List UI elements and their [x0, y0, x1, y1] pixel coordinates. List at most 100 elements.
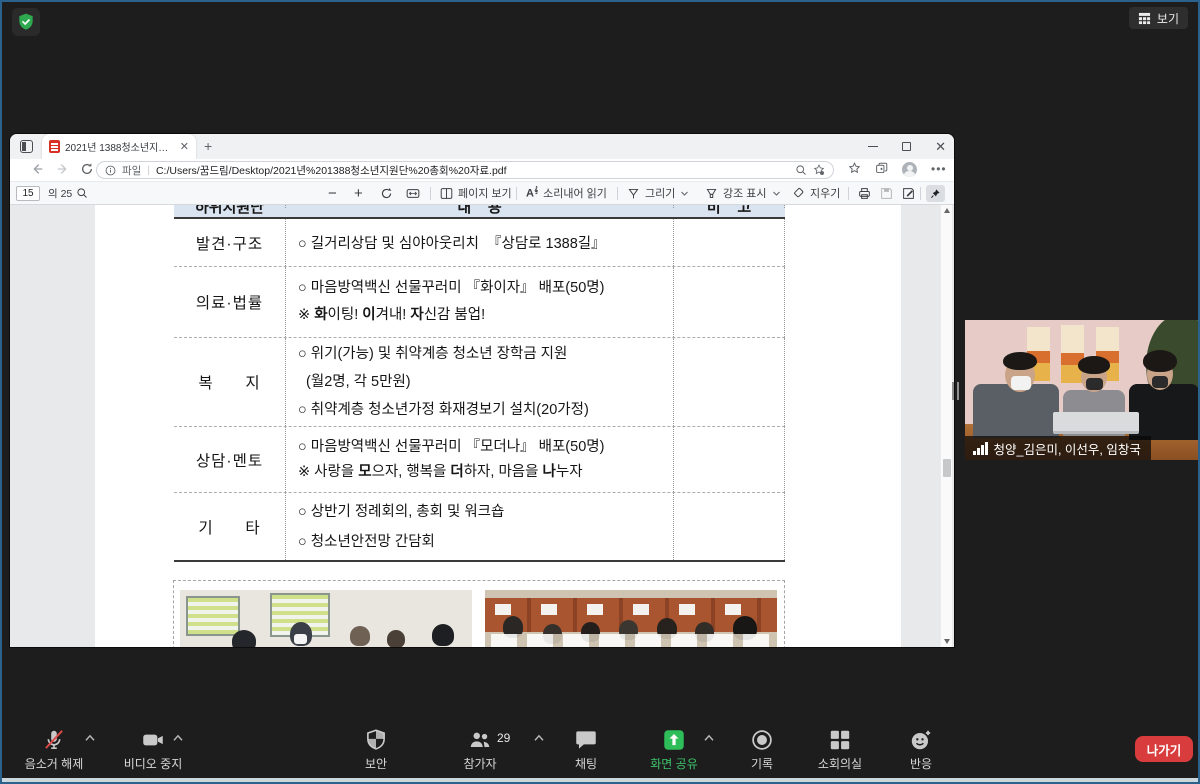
- save-as-button[interactable]: [902, 182, 915, 204]
- table-row: 기 타 ○ 상반기 정례회의, 총회 및 워크숍 ○ 청소년안전망 간담회: [174, 493, 785, 562]
- row-note: [674, 267, 785, 337]
- stop-video-label: 비디오 중지: [108, 755, 198, 772]
- page-view-label: 페이지 보기: [458, 185, 512, 201]
- forward-icon[interactable]: [56, 162, 70, 176]
- refresh-icon[interactable]: [80, 162, 94, 176]
- row-note: [674, 338, 785, 426]
- header-col-note: 비 고: [674, 205, 785, 208]
- more-menu-icon[interactable]: •••: [931, 162, 947, 177]
- info-icon[interactable]: [105, 165, 116, 176]
- rotate-button[interactable]: [380, 182, 393, 204]
- chevron-up-icon[interactable]: [173, 734, 184, 742]
- minimize-icon[interactable]: [868, 146, 878, 147]
- address-scheme-label: 파일: [122, 163, 141, 178]
- table-row: 발견·구조 ○ 길거리상담 및 심야아웃리치 『상담로 1388길』: [174, 219, 785, 267]
- scroll-up-icon[interactable]: [944, 208, 950, 213]
- tab-close-icon[interactable]: ✕: [180, 140, 189, 153]
- row-category: 기 타: [174, 493, 285, 560]
- close-icon[interactable]: ✕: [935, 140, 946, 153]
- chat-button[interactable]: 채팅: [541, 727, 631, 772]
- chevron-down-icon: [772, 189, 781, 198]
- face-mask: [1152, 376, 1168, 388]
- participants-icon: [467, 727, 493, 753]
- person: [1129, 384, 1199, 440]
- reactions-button[interactable]: 반응: [876, 727, 966, 772]
- zoom-meeting-window: 보기 2021년 1388청소년지원단 총회 ✕ + ✕: [0, 0, 1200, 784]
- favorites-gear-icon[interactable]: [813, 164, 825, 176]
- highlight-button[interactable]: 강조 표시: [705, 182, 781, 204]
- maximize-icon[interactable]: [902, 142, 911, 151]
- draw-button[interactable]: 그리기: [627, 182, 689, 204]
- record-button[interactable]: 기록: [717, 727, 807, 772]
- table-row: 상담·멘토 ○ 마음방역백신 선물꾸러미 『모더나』 배포(50명) ※ 사랑을…: [174, 427, 785, 493]
- fit-width-button[interactable]: [406, 182, 420, 204]
- tab-actions-icon[interactable]: [20, 140, 33, 153]
- rotate-icon: [380, 187, 393, 200]
- meeting-security-badge[interactable]: [12, 8, 40, 36]
- security-button[interactable]: 보안: [331, 727, 421, 772]
- save-button[interactable]: [880, 182, 893, 204]
- pin-toolbar-button[interactable]: [926, 185, 945, 202]
- zoom-in-button[interactable]: +: [354, 182, 363, 204]
- table-line: ※ 화이팅! 이겨내! 자신감 붐업!: [298, 302, 669, 329]
- print-button[interactable]: [858, 182, 871, 204]
- read-aloud-button[interactable]: A𝄞 소리내어 읽기: [526, 182, 607, 204]
- erase-button[interactable]: 지우기: [792, 182, 840, 204]
- meeting-toolbar: 음소거 해제 비디오 중지 보안 참가자: [2, 724, 1198, 778]
- chat-icon: [573, 727, 599, 753]
- page-number-input[interactable]: [16, 186, 40, 201]
- edge-browser-window: 2021년 1388청소년지원단 총회 ✕ + ✕: [10, 134, 954, 647]
- pdf-page: 하위지원단 내 용 비 고 발견·구조 ○ 길거리상담 및 심야아웃리치 『상담…: [95, 205, 901, 647]
- row-note: [674, 219, 785, 266]
- tab-strip: 2021년 1388청소년지원단 총회 ✕ + ✕: [10, 134, 954, 159]
- participant-video-thumbnail[interactable]: 청양_김은미, 이선우, 임창국: [965, 320, 1200, 460]
- zoom-out-button[interactable]: −: [328, 182, 337, 204]
- pdf-file-icon: [49, 140, 60, 153]
- table-row: 복 지 ○ 위기(가능) 및 취약계층 청소년 장학금 지원 (월2명, 각 5…: [174, 338, 785, 427]
- print-icon: [858, 187, 871, 200]
- leave-meeting-button[interactable]: 나가기: [1135, 736, 1193, 762]
- participant-name-label: 청양_김은미, 이선우, 임창국: [965, 436, 1151, 460]
- record-icon: [749, 727, 775, 753]
- stop-video-button[interactable]: 비디오 중지: [108, 727, 198, 772]
- page-view-icon: [440, 187, 453, 200]
- video-panel-handle[interactable]: [952, 382, 959, 400]
- table-line: ○ 청소년안전망 간담회: [298, 527, 669, 557]
- row-category: 복 지: [174, 338, 285, 426]
- row-category: 발견·구조: [174, 219, 285, 266]
- collections-star-icon[interactable]: [848, 162, 861, 175]
- chevron-down-icon: [680, 189, 689, 198]
- new-tab-button[interactable]: +: [204, 138, 212, 154]
- chevron-up-icon[interactable]: [704, 734, 715, 742]
- address-row: 파일 | C:/Users/꿈드림/Desktop/2021년%201388청소…: [10, 159, 954, 181]
- collections-icon[interactable]: [875, 162, 888, 175]
- back-icon[interactable]: [30, 162, 44, 176]
- scroll-down-icon[interactable]: [944, 639, 950, 644]
- scrollbar-thumb[interactable]: [943, 459, 951, 477]
- record-label: 기록: [717, 755, 807, 772]
- address-bar[interactable]: 파일 | C:/Users/꿈드림/Desktop/2021년%201388청소…: [96, 161, 834, 179]
- row-category: 상담·멘토: [174, 427, 285, 492]
- participants-button[interactable]: 참가자: [435, 727, 525, 772]
- browser-tab[interactable]: 2021년 1388청소년지원단 총회 ✕: [42, 134, 196, 159]
- breakout-rooms-icon: [827, 727, 853, 753]
- chevron-up-icon[interactable]: [85, 734, 96, 742]
- zoom-page-icon[interactable]: [795, 164, 807, 176]
- page-view-button[interactable]: 페이지 보기: [440, 182, 512, 204]
- table-line: ○ 상반기 정례회의, 총회 및 워크숍: [298, 497, 669, 527]
- header-col-content: 내 용: [285, 205, 674, 208]
- breakout-rooms-label: 소회의실: [795, 755, 885, 772]
- pdf-scrollbar[interactable]: [940, 205, 952, 647]
- row-category: 의료·법률: [174, 267, 285, 337]
- save-as-icon: [902, 187, 915, 200]
- table-line: ○ 길거리상담 및 심야아웃리치 『상담로 1388길』: [298, 232, 669, 253]
- erase-icon: [792, 187, 805, 200]
- grid-view-icon: [1138, 12, 1151, 25]
- photo-left: [180, 590, 472, 647]
- erase-label: 지우기: [810, 185, 840, 201]
- window-bottom-edge: [2, 778, 1198, 782]
- view-button[interactable]: 보기: [1129, 7, 1188, 29]
- profile-avatar[interactable]: [902, 162, 917, 177]
- search-icon[interactable]: [76, 187, 88, 199]
- breakout-rooms-button[interactable]: 소회의실: [795, 727, 885, 772]
